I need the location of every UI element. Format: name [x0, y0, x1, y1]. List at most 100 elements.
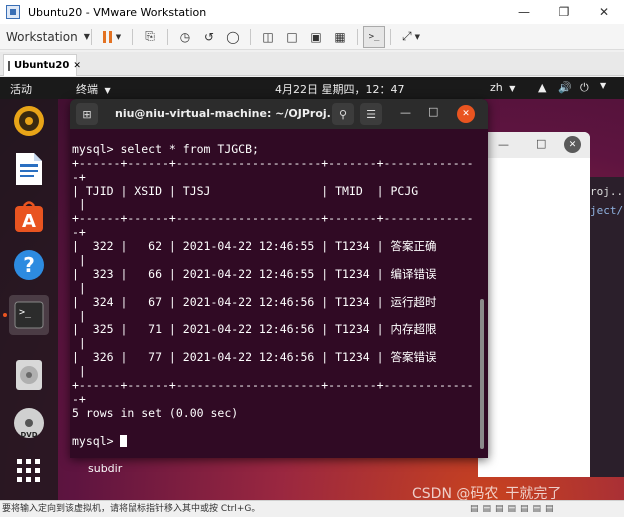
console-view-icon[interactable]: >_: [363, 25, 385, 48]
search-icon[interactable]: ⚲: [332, 103, 354, 125]
svg-text:A: A: [22, 211, 36, 232]
terminal-scrollbar[interactable]: [480, 299, 484, 449]
vmware-status-bar: 要将输入定向到该虚拟机，请将鼠标指针移入其中或按 Ctrl+G。 ▤▤▤▤▤▤▤: [0, 500, 624, 517]
pause-button[interactable]: ▼: [97, 26, 127, 48]
terminal-prompt-line[interactable]: mysql>: [72, 433, 480, 449]
vmware-toolbar: Workstation ▼ ▼ ⎘ ◷ ↺ ◯ ◫ □ ▣ ▦ >_ ⤢ ▼: [0, 24, 624, 50]
chevron-down-icon[interactable]: ▼: [600, 81, 606, 90]
svg-text:DVD: DVD: [20, 431, 37, 439]
revert-snapshot-icon[interactable]: ↺: [197, 26, 221, 48]
power-icon[interactable]: ⏻: [580, 81, 589, 95]
input-method-menu[interactable]: zh ▼: [490, 81, 515, 94]
terminal-line: |: [72, 197, 86, 212]
app-menu[interactable]: 终端 ▼: [76, 81, 111, 97]
terminal-line: -+: [72, 391, 86, 406]
network-icon[interactable]: ▲: [538, 81, 546, 94]
volume-icon[interactable]: 🔊: [558, 81, 572, 94]
chevron-down-icon: ▼: [104, 86, 111, 95]
terminal-window[interactable]: ⊞ niu@niu-virtual-machine: ~/OJProj... ⚲…: [70, 99, 488, 458]
close-icon[interactable]: ✕: [564, 136, 581, 153]
fullscreen-icon[interactable]: ⤢ ▼: [396, 26, 426, 48]
terminal-line: |: [72, 280, 86, 295]
terminal-line: |: [72, 336, 86, 351]
send-keys-icon[interactable]: ⎘: [138, 26, 162, 48]
software-center-icon[interactable]: A: [9, 197, 49, 237]
single-window-icon[interactable]: □: [280, 26, 304, 48]
chevron-down-icon: ▼: [509, 84, 516, 93]
terminal-line: +------+------+---------------------+---…: [72, 211, 474, 226]
svg-text:?: ?: [23, 253, 35, 277]
tab-label: Ubuntu20: [14, 60, 70, 71]
terminal-line: 5 rows in set (0.00 sec): [72, 405, 239, 420]
workstation-menu[interactable]: Workstation ▼: [6, 26, 90, 48]
terminal-line: |: [72, 364, 86, 379]
input-method-label: zh: [490, 81, 503, 94]
editor-text: ject/: [590, 204, 624, 217]
toolbar-divider: [91, 28, 92, 45]
toolbar-divider: [390, 28, 391, 45]
snapshot-manager-icon[interactable]: ◯: [221, 26, 245, 48]
ubuntu-top-bar: 活动 终端 ▼ 4月22日 星期四，12：47 zh ▼ ▲ 🔊 ⏻ ▼: [0, 77, 624, 99]
disk-icon[interactable]: [9, 355, 49, 395]
terminal-output[interactable]: mysql> select * from TJGCB; +------+----…: [70, 129, 480, 458]
terminal-line: +------+------+---------------------+---…: [72, 378, 474, 393]
watermark: CSDN @码农_干就完了: [412, 486, 562, 500]
background-window[interactable]: — □ ✕: [478, 132, 590, 477]
maximize-icon[interactable]: □: [428, 105, 438, 118]
activities-button[interactable]: 活动: [10, 81, 32, 97]
status-message: 要将输入定向到该虚拟机，请将鼠标指针移入其中或按 Ctrl+G。: [2, 504, 261, 514]
toolbar-divider: [250, 28, 251, 45]
vmware-app-icon: [6, 5, 20, 19]
menu-icon[interactable]: ☰: [360, 103, 382, 125]
vm-icon: [8, 60, 10, 71]
svg-text:>_: >_: [19, 307, 32, 318]
terminal-line: | 326 | 77 | 2021-04-22 12:46:56 | T1234…: [72, 350, 465, 365]
app-menu-label: 终端: [76, 83, 98, 96]
snapshot-icon[interactable]: ◷: [173, 26, 197, 48]
rhythmbox-icon[interactable]: [9, 101, 49, 141]
text-cursor: [120, 434, 128, 447]
help-icon[interactable]: ?: [9, 245, 49, 285]
terminal-line: |: [72, 308, 86, 323]
terminal-dock-icon[interactable]: >_: [9, 295, 49, 335]
chevron-down-icon: ▼: [83, 32, 90, 41]
unity-icon[interactable]: ▦: [328, 26, 352, 48]
ubuntu-dock: A ? >_ DVD: [0, 99, 58, 500]
tab-ubuntu20[interactable]: Ubuntu20 ✕: [3, 54, 81, 76]
show-applications-icon[interactable]: [9, 451, 49, 491]
library-icon[interactable]: ◫: [256, 26, 280, 48]
guest-screen[interactable]: 活动 终端 ▼ 4月22日 星期四，12：47 zh ▼ ▲ 🔊 ⏻ ▼ A ?…: [0, 77, 624, 500]
clock[interactable]: 4月22日 星期四，12：47: [275, 81, 405, 97]
terminal-line: |: [72, 253, 86, 268]
desktop-folder-label[interactable]: subdir: [88, 462, 122, 475]
terminal-line: | 323 | 66 | 2021-04-22 12:46:55 | T1234…: [72, 266, 465, 281]
terminal-line: | 322 | 62 | 2021-04-22 12:46:55 | T1234…: [72, 239, 465, 254]
device-tray-icons[interactable]: ▤▤▤▤▤▤▤: [470, 501, 558, 517]
terminal-line: | TJID | XSID | TJSJ | TMID | PCJG: [72, 183, 474, 198]
toolbar-divider: [357, 28, 358, 45]
dvd-icon[interactable]: DVD: [9, 403, 49, 443]
minimize-icon[interactable]: —: [400, 106, 411, 119]
vmware-titlebar: Ubuntu20 - VMware Workstation — ❐ ✕: [0, 0, 624, 24]
new-tab-icon[interactable]: ⊞: [76, 103, 98, 125]
terminal-line: -+: [72, 169, 86, 184]
terminal-title: niu@niu-virtual-machine: ~/OJProj...: [115, 107, 340, 120]
writer-icon[interactable]: [9, 149, 49, 189]
maximize-icon[interactable]: □: [536, 137, 546, 150]
window-title: Ubuntu20 - VMware Workstation: [28, 5, 207, 19]
close-tab-icon[interactable]: ✕: [73, 61, 81, 71]
minimize-icon[interactable]: —: [498, 138, 509, 151]
minimize-button[interactable]: —: [504, 0, 544, 24]
toolbar-divider: [167, 28, 168, 45]
fit-guest-icon[interactable]: ▣: [304, 26, 328, 48]
vmware-tab-bar: Ubuntu20 ✕: [0, 52, 624, 76]
close-icon[interactable]: ✕: [457, 105, 475, 123]
background-window-header: — □ ✕: [478, 132, 590, 158]
running-indicator: [3, 313, 7, 317]
maximize-button[interactable]: ❐: [544, 0, 584, 24]
close-button[interactable]: ✕: [584, 0, 624, 24]
mysql-prompt: mysql>: [72, 433, 121, 448]
terminal-line: +------+------+---------------------+---…: [72, 155, 474, 170]
terminal-line: -+: [72, 225, 86, 240]
